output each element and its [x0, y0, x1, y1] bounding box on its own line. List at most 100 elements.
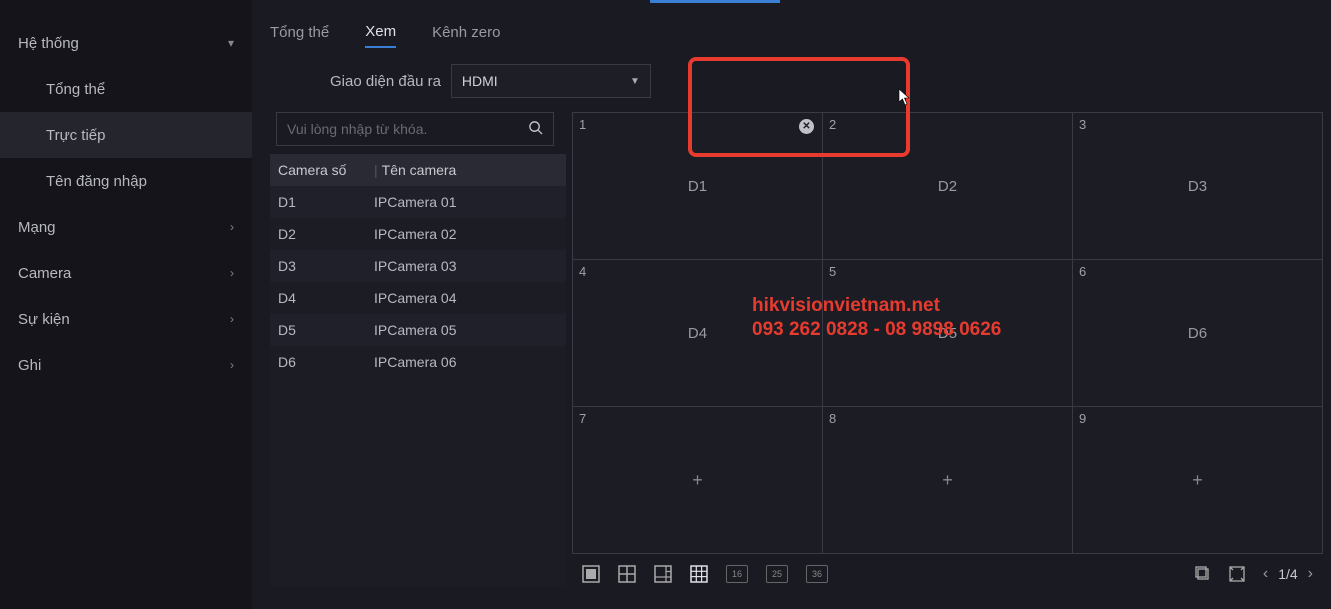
chevron-right-icon: ›	[230, 358, 234, 372]
grid-cell[interactable]: 2 D2	[823, 113, 1072, 259]
cell-label: D1	[688, 178, 707, 195]
cell-number: 5	[829, 264, 836, 279]
search-input[interactable]	[287, 121, 528, 137]
cell-number: 9	[1079, 411, 1086, 426]
camera-id: D2	[270, 226, 370, 242]
tab-zero-channel[interactable]: Kênh zero	[432, 18, 500, 47]
chevron-down-icon: ▼	[630, 76, 640, 87]
sidebar-item-general[interactable]: Tổng thể	[0, 66, 252, 112]
layout-36-button[interactable]: 36	[806, 565, 828, 583]
cell-number: 4	[579, 264, 586, 279]
table-row[interactable]: D4IPCamera 04	[270, 282, 566, 314]
cell-label: D2	[938, 178, 957, 195]
grid-cell[interactable]: 6 D6	[1073, 260, 1322, 406]
grid-cell[interactable]: 8+	[823, 407, 1072, 553]
camera-table: Camera số |Tên camera D1IPCamera 01D2IPC…	[270, 154, 566, 586]
camera-name: IPCamera 05	[370, 322, 566, 338]
table-row[interactable]: D6IPCamera 06	[270, 346, 566, 378]
cell-label: D6	[1188, 325, 1207, 342]
sidebar-item-label: Hệ thống	[18, 35, 79, 52]
select-value: HDMI	[462, 73, 498, 89]
sidebar-item-label: Tổng thể	[46, 81, 105, 98]
sidebar-item-label: Mạng	[18, 219, 56, 236]
sidebar-item-record[interactable]: Ghi ›	[0, 342, 252, 388]
cell-number: 2	[829, 117, 836, 132]
camera-id: D6	[270, 354, 370, 370]
table-row[interactable]: D3IPCamera 03	[270, 250, 566, 282]
sidebar-item-label: Ghi	[18, 357, 41, 374]
sidebar-item-label: Camera	[18, 265, 71, 282]
grid-cell[interactable]: 4 D4	[573, 260, 822, 406]
cell-label: D3	[1188, 178, 1207, 195]
sidebar-item-event[interactable]: Sự kiện ›	[0, 296, 252, 342]
col-header-camera-name: |Tên camera	[370, 162, 566, 178]
add-icon[interactable]: +	[1192, 470, 1203, 491]
cell-number: 6	[1079, 264, 1086, 279]
sidebar-item-label: Tên đăng nhập	[46, 173, 147, 190]
cell-number: 3	[1079, 117, 1086, 132]
output-interface-select[interactable]: HDMI ▼	[451, 64, 651, 98]
grid-cell[interactable]: 3 D3	[1073, 113, 1322, 259]
grid-cell[interactable]: 7+	[573, 407, 822, 553]
cell-label: D4	[688, 325, 707, 342]
layout-4-icon[interactable]	[618, 565, 636, 583]
output-interface-label: Giao diện đầu ra	[330, 73, 441, 90]
camera-id: D3	[270, 258, 370, 274]
grid-cell[interactable]: 9+	[1073, 407, 1322, 553]
copy-icon[interactable]	[1195, 566, 1211, 582]
tabs: Tổng thể Xem Kênh zero	[270, 14, 1323, 50]
add-icon[interactable]: +	[692, 470, 703, 491]
layout-6-icon[interactable]	[654, 565, 672, 583]
sidebar-item-label: Sự kiện	[18, 311, 70, 328]
sidebar-item-label: Trực tiếp	[46, 127, 106, 144]
layout-16-button[interactable]: 16	[726, 565, 748, 583]
sidebar-item-system[interactable]: Hệ thống ▾	[0, 20, 252, 66]
col-header-camera-no: Camera số	[270, 162, 370, 178]
table-row[interactable]: D5IPCamera 05	[270, 314, 566, 346]
view-grid: 1✕D12D23D34D45D56D67+8+9+	[572, 112, 1323, 554]
camera-id: D5	[270, 322, 370, 338]
layout-9-icon[interactable]	[690, 565, 708, 583]
chevron-right-icon: ›	[230, 312, 234, 326]
add-icon[interactable]: +	[942, 470, 953, 491]
grid-toolbar: 16 25 36 ‹ 1/4 ›	[572, 554, 1323, 594]
camera-name: IPCamera 04	[370, 290, 566, 306]
grid-cell[interactable]: 5 D5	[823, 260, 1072, 406]
sidebar: Hệ thống ▾ Tổng thể Trực tiếp Tên đăng n…	[0, 0, 252, 609]
camera-name: IPCamera 06	[370, 354, 566, 370]
prev-page-button[interactable]: ‹	[1263, 565, 1268, 583]
close-icon[interactable]: ✕	[799, 119, 814, 134]
page-nav: ‹ 1/4 ›	[1263, 565, 1313, 583]
main-panel: Tổng thể Xem Kênh zero Giao diện đầu ra …	[252, 0, 1331, 609]
sidebar-item-network[interactable]: Mạng ›	[0, 204, 252, 250]
camera-id: D4	[270, 290, 370, 306]
cell-number: 8	[829, 411, 836, 426]
page-label: 1/4	[1278, 566, 1297, 582]
camera-list-panel: Camera số |Tên camera D1IPCamera 01D2IPC…	[270, 112, 570, 594]
camera-id: D1	[270, 194, 370, 210]
tab-view[interactable]: Xem	[365, 17, 396, 48]
table-row[interactable]: D1IPCamera 01	[270, 186, 566, 218]
chevron-down-icon: ▾	[228, 36, 234, 50]
sidebar-item-login[interactable]: Tên đăng nhập	[0, 158, 252, 204]
view-grid-panel: 1✕D12D23D34D45D56D67+8+9+	[572, 112, 1323, 594]
cell-label: D5	[938, 325, 957, 342]
camera-name: IPCamera 02	[370, 226, 566, 242]
next-page-button[interactable]: ›	[1308, 565, 1313, 583]
camera-name: IPCamera 01	[370, 194, 566, 210]
search-icon[interactable]	[528, 120, 543, 138]
sidebar-item-camera[interactable]: Camera ›	[0, 250, 252, 296]
cell-number: 1	[579, 117, 586, 132]
table-row[interactable]: D2IPCamera 02	[270, 218, 566, 250]
grid-cell[interactable]: 1 ✕ D1	[573, 113, 822, 259]
search-box[interactable]	[276, 112, 554, 146]
layout-1-icon[interactable]	[582, 565, 600, 583]
cell-number: 7	[579, 411, 586, 426]
expand-icon[interactable]	[1229, 566, 1245, 582]
layout-25-button[interactable]: 25	[766, 565, 788, 583]
chevron-right-icon: ›	[230, 266, 234, 280]
chevron-right-icon: ›	[230, 220, 234, 234]
camera-name: IPCamera 03	[370, 258, 566, 274]
tab-general[interactable]: Tổng thể	[270, 18, 329, 47]
sidebar-item-live[interactable]: Trực tiếp	[0, 112, 252, 158]
